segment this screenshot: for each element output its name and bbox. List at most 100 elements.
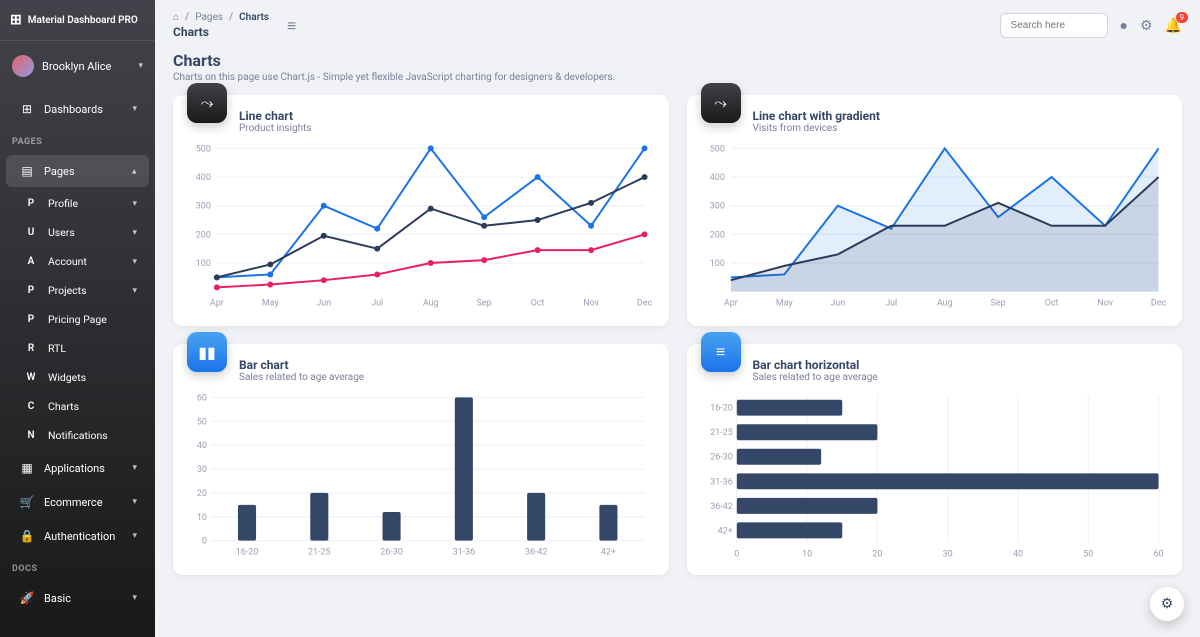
breadcrumb-current: Charts (239, 12, 269, 23)
nav-letter: U (22, 227, 40, 238)
nav-letter: W (22, 372, 40, 383)
svg-text:16-20: 16-20 (710, 404, 733, 414)
nav-letter: N (22, 430, 40, 441)
card-subtitle: Sales related to age average (753, 372, 878, 383)
brand-label: Material Dashboard PRO (28, 15, 138, 26)
menu-toggle-icon[interactable]: ≡ (287, 16, 296, 36)
svg-text:100: 100 (709, 259, 724, 269)
sidebar-item-dashboards[interactable]: ⊞ Dashboards ▾ (6, 93, 149, 125)
svg-text:Jul: Jul (885, 299, 897, 309)
bell-icon[interactable]: 🔔9 (1165, 18, 1182, 34)
nav-icon: 🔒 (18, 529, 36, 543)
svg-text:Oct: Oct (1044, 299, 1058, 309)
sidebar-item-authentication[interactable]: 🔒Authentication▾ (6, 520, 149, 552)
svg-text:200: 200 (196, 230, 211, 240)
sidebar-item-account[interactable]: AAccount▾ (6, 247, 149, 276)
chevron-down-icon: ▾ (132, 286, 137, 296)
sidebar-item-ecommerce[interactable]: 🛒 Ecommerce ▾ (6, 486, 149, 518)
svg-text:20: 20 (872, 550, 882, 560)
chevron-down-icon: ▾ (132, 228, 137, 238)
sidebar-item-label: Authentication (44, 530, 115, 543)
sidebar-item-users[interactable]: U Users ▾ (6, 218, 149, 247)
svg-text:Apr: Apr (210, 299, 224, 309)
svg-text:50: 50 (197, 417, 207, 427)
breadcrumb-block: ⌂ / Pages / Charts Charts (173, 12, 269, 39)
sidebar-item-label: Dashboards (44, 103, 103, 116)
account-icon[interactable]: ● (1120, 17, 1128, 34)
sidebar-item-basic[interactable]: 🚀Basic▾ (6, 582, 149, 614)
svg-text:Jun: Jun (830, 299, 845, 309)
svg-text:Oct: Oct (531, 299, 545, 309)
chevron-down-icon: ▾ (132, 104, 137, 114)
sidebar-item-profile[interactable]: PProfile▾ (6, 189, 149, 218)
svg-text:26-30: 26-30 (710, 453, 733, 463)
page-subtitle: Charts on this page use Chart.js - Simpl… (173, 72, 1182, 83)
svg-text:Jul: Jul (371, 299, 383, 309)
notification-badge: 9 (1176, 12, 1189, 23)
section-title-docs: DOCS (0, 554, 155, 580)
sidebar-item-charts[interactable]: CCharts (6, 392, 149, 421)
sidebar-item-rtl[interactable]: R RTL (6, 334, 149, 363)
svg-text:40: 40 (197, 441, 207, 451)
card-subtitle: Sales related to age average (239, 372, 364, 383)
sidebar-item-projects[interactable]: PProjects▾ (6, 276, 149, 305)
chevron-down-icon: ▾ (132, 497, 137, 507)
nav-letter: R (22, 343, 40, 354)
svg-text:Dec: Dec (637, 299, 653, 309)
svg-text:21-25: 21-25 (308, 548, 331, 558)
card-bar-chart: ▮▮ Bar chart Sales related to age averag… (173, 344, 669, 575)
sidebar-item-label: Users (48, 226, 75, 239)
sidebar-item-label: Widgets (48, 371, 86, 384)
sidebar-item-label: Pages (44, 165, 75, 178)
chevron-down-icon: ▾ (132, 257, 137, 267)
nav-letter: A (22, 256, 40, 267)
sidebar-item-widgets[interactable]: W Widgets (6, 363, 149, 392)
nav-icon: 🚀 (18, 591, 36, 605)
search-input[interactable] (1000, 13, 1108, 38)
svg-text:20: 20 (197, 489, 207, 499)
svg-text:42+: 42+ (601, 548, 616, 558)
chevron-down-icon: ▾ (132, 199, 137, 209)
chevron-up-icon: ▾ (132, 166, 137, 176)
svg-text:60: 60 (197, 393, 207, 403)
nav-letter: P (22, 314, 40, 325)
svg-text:0: 0 (734, 550, 739, 560)
sidebar-item-label: RTL (48, 342, 66, 355)
sidebar-item-label: Ecommerce (44, 496, 103, 509)
breadcrumb-pages[interactable]: Pages (195, 12, 223, 23)
sidebar-item-notifications[interactable]: N Notifications (6, 421, 149, 450)
barh-chart: 010203040506016-2021-2526-3031-3636-4242… (701, 391, 1169, 561)
line-chart: 100200300400500AprMayJunJulAugSepOctNovD… (187, 142, 655, 312)
chevron-down-icon: ▾ (138, 61, 143, 71)
section-title-pages: PAGES (0, 127, 155, 153)
page-label: Charts (173, 25, 269, 39)
sidebar-item-label: Profile (48, 197, 78, 210)
svg-text:30: 30 (197, 465, 207, 475)
sidebar-item-applications[interactable]: ▦Applications▾ (6, 452, 149, 484)
sidebar-item-pages[interactable]: ▤ Pages ▾ (6, 155, 149, 187)
topbar: ⌂ / Pages / Charts Charts ≡ ● ⚙ 🔔9 (155, 0, 1200, 51)
card-title: Bar chart (239, 358, 364, 372)
svg-text:500: 500 (196, 144, 211, 154)
svg-text:Apr: Apr (723, 299, 737, 309)
svg-text:10: 10 (802, 550, 812, 560)
settings-fab[interactable]: ⚙ (1150, 587, 1184, 621)
sidebar-item-pricing-page[interactable]: PPricing Page (6, 305, 149, 334)
gear-icon[interactable]: ⚙ (1140, 18, 1153, 34)
svg-text:30: 30 (942, 550, 952, 560)
brand[interactable]: ⊞ Material Dashboard PRO (0, 0, 155, 41)
sidebar-item-label: Notifications (48, 429, 108, 442)
trend-icon: ⤳ (701, 83, 741, 123)
svg-text:400: 400 (709, 173, 724, 183)
brand-icon: ⊞ (10, 12, 22, 28)
svg-text:Dec: Dec (1150, 299, 1166, 309)
card-title: Line chart with gradient (753, 109, 880, 123)
home-icon[interactable]: ⌂ (173, 12, 179, 23)
area-chart: 100200300400500AprMayJunJulAugSepOctNovD… (701, 142, 1169, 312)
user-menu[interactable]: Brooklyn Alice ▾ (0, 41, 155, 91)
svg-text:300: 300 (709, 202, 724, 212)
nav-icon: 🛒 (18, 495, 36, 509)
sidebar-item-label: Charts (48, 400, 79, 413)
svg-text:36-42: 36-42 (710, 502, 733, 512)
chevron-down-icon: ▾ (132, 593, 137, 603)
